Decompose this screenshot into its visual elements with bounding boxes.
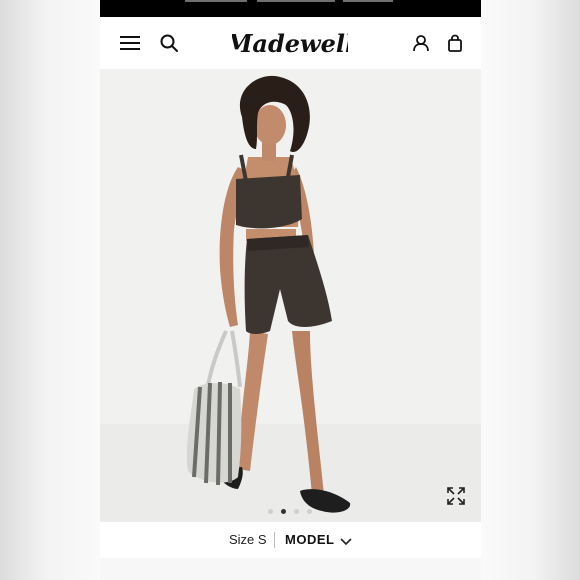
bag-icon[interactable]	[443, 31, 467, 55]
outfit-top	[236, 175, 302, 229]
product-image[interactable]	[100, 69, 481, 521]
search-icon[interactable]	[157, 31, 181, 55]
madewell-logo[interactable]: Madewell	[225, 28, 354, 60]
model-leg-right	[292, 331, 324, 494]
status-segment	[185, 0, 247, 2]
model-leg-left	[238, 331, 268, 471]
gallery-dot-active[interactable]	[281, 509, 286, 514]
model-toggle-label[interactable]: MODEL	[285, 532, 334, 547]
model-size-label: Size S	[229, 532, 267, 547]
gallery-pagination	[100, 509, 481, 515]
gallery-dot[interactable]	[294, 509, 299, 514]
status-segment	[257, 0, 335, 2]
phone-screen: Madewell Size S MODEL	[100, 0, 481, 580]
logo-text: Madewell	[232, 29, 348, 58]
chevron-down-icon[interactable]	[339, 534, 353, 546]
expand-icon[interactable]	[446, 486, 466, 506]
top-nav: Madewell	[100, 17, 481, 69]
model-size-bar[interactable]: Size S MODEL	[100, 521, 481, 559]
account-icon[interactable]	[409, 31, 433, 55]
model-photo	[186, 75, 351, 513]
gallery-dot[interactable]	[268, 509, 273, 514]
bottom-strip	[100, 558, 481, 580]
status-bar	[100, 0, 481, 17]
status-segment	[343, 0, 393, 2]
menu-icon[interactable]	[118, 31, 142, 55]
size-divider	[274, 532, 275, 548]
tote-strap	[206, 330, 228, 386]
tote-strap	[230, 330, 242, 388]
gallery-dot[interactable]	[307, 509, 312, 514]
